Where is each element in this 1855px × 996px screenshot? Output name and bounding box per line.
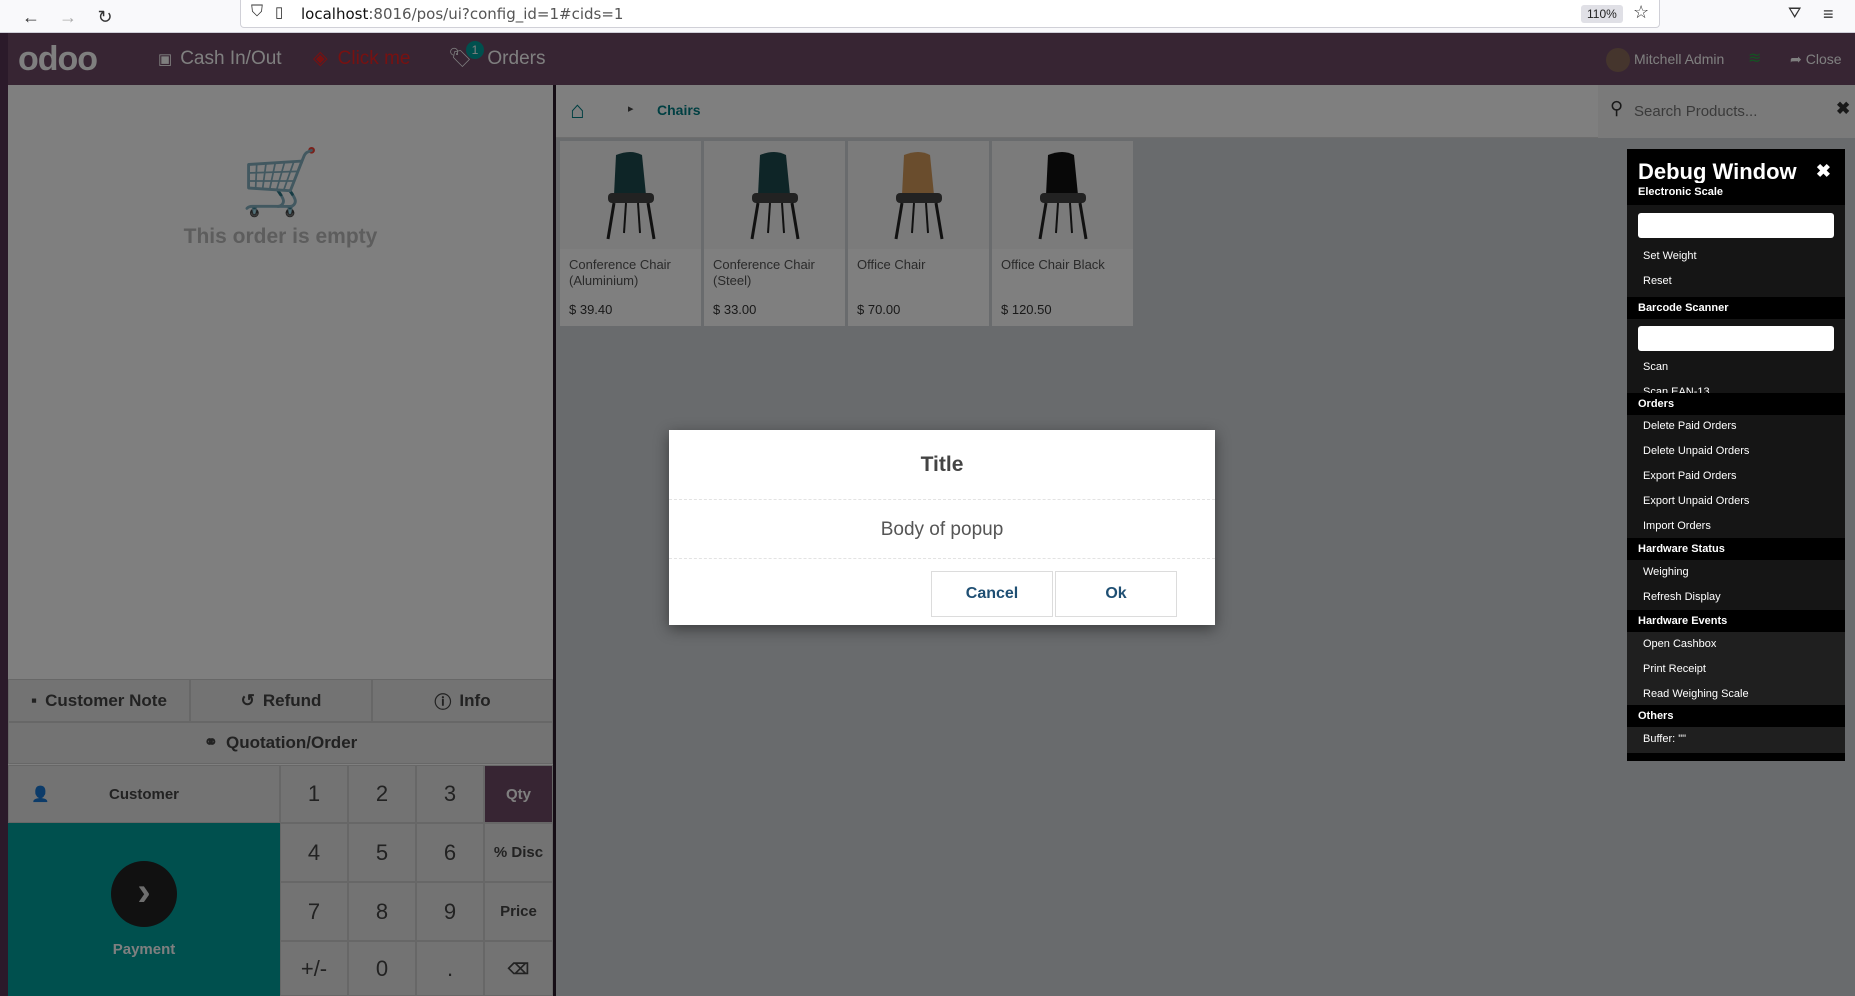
buffer-value: Buffer: "" — [1643, 733, 1687, 745]
back-icon[interactable]: ← — [18, 4, 44, 30]
delete-unpaid-orders-button[interactable]: Delete Unpaid Orders — [1643, 445, 1749, 457]
set-weight-button[interactable]: Set Weight — [1643, 250, 1697, 262]
confirm-popup: Title Body of popup Cancel Ok — [669, 430, 1215, 625]
cancel-button[interactable]: Cancel — [931, 571, 1053, 617]
url-host: localhost — [301, 5, 369, 23]
read-weighing-scale-button[interactable]: Read Weighing Scale — [1643, 688, 1749, 700]
section-orders: Orders — [1627, 393, 1845, 415]
export-paid-orders-button[interactable]: Export Paid Orders — [1643, 470, 1737, 482]
refresh-display-button[interactable]: Refresh Display — [1643, 591, 1721, 603]
zoom-level-badge[interactable]: 110% — [1581, 5, 1623, 23]
hardware-events-group: Open Cashbox Print Receipt Read Weighing… — [1627, 632, 1845, 707]
shield-icon[interactable]: ⛉ — [251, 3, 263, 21]
others-group: Buffer: "" — [1627, 727, 1845, 753]
browser-toolbar: ← → ↻ ⛉ ▯ localhost:8016/pos/ui?config_i… — [0, 0, 1855, 33]
section-others: Others — [1627, 705, 1845, 727]
hardware-status-group: Weighing Refresh Display — [1627, 560, 1845, 610]
open-cashbox-button[interactable]: Open Cashbox — [1643, 638, 1716, 650]
url-path: :8016/pos/ui?config_id=1#cids=1 — [368, 5, 624, 23]
close-icon[interactable]: ✖ — [1816, 161, 1831, 182]
reload-icon[interactable]: ↻ — [92, 4, 118, 30]
ok-button[interactable]: Ok — [1055, 571, 1177, 617]
section-hardware-status: Hardware Status — [1627, 538, 1845, 560]
section-hardware-events: Hardware Events — [1627, 610, 1845, 632]
orders-group: Delete Paid Orders Delete Unpaid Orders … — [1627, 415, 1845, 539]
debug-window: Debug Window ✖ Electronic Scale Set Weig… — [1627, 149, 1845, 761]
electronic-scale-group: Set Weight Reset — [1627, 205, 1845, 297]
bookmark-star-icon[interactable]: ☆ — [1633, 2, 1649, 23]
delete-paid-orders-button[interactable]: Delete Paid Orders — [1643, 420, 1737, 432]
popup-title: Title — [669, 430, 1215, 500]
reset-button[interactable]: Reset — [1643, 275, 1672, 287]
popup-body: Body of popup — [669, 500, 1215, 559]
barcode-input[interactable] — [1638, 326, 1834, 351]
page-icon: ▯ — [275, 4, 284, 21]
url-text[interactable]: localhost:8016/pos/ui?config_id=1#cids=1 — [301, 5, 623, 23]
weight-input[interactable] — [1638, 213, 1834, 238]
export-unpaid-orders-button[interactable]: Export Unpaid Orders — [1643, 495, 1749, 507]
weighing-status[interactable]: Weighing — [1643, 566, 1689, 578]
scan-button[interactable]: Scan — [1643, 361, 1668, 373]
print-receipt-button[interactable]: Print Receipt — [1643, 663, 1706, 675]
section-electronic-scale: Electronic Scale — [1627, 183, 1845, 201]
menu-icon[interactable]: ≡ — [1823, 4, 1834, 25]
import-orders-button[interactable]: Import Orders — [1643, 520, 1711, 532]
forward-icon[interactable]: → — [55, 4, 81, 30]
debug-title: Debug Window — [1638, 159, 1797, 184]
url-bar[interactable]: ⛉ ▯ localhost:8016/pos/ui?config_id=1#ci… — [240, 0, 1660, 28]
section-barcode-scanner: Barcode Scanner — [1627, 297, 1845, 319]
pocket-icon[interactable]: ⛛ — [1788, 5, 1801, 23]
